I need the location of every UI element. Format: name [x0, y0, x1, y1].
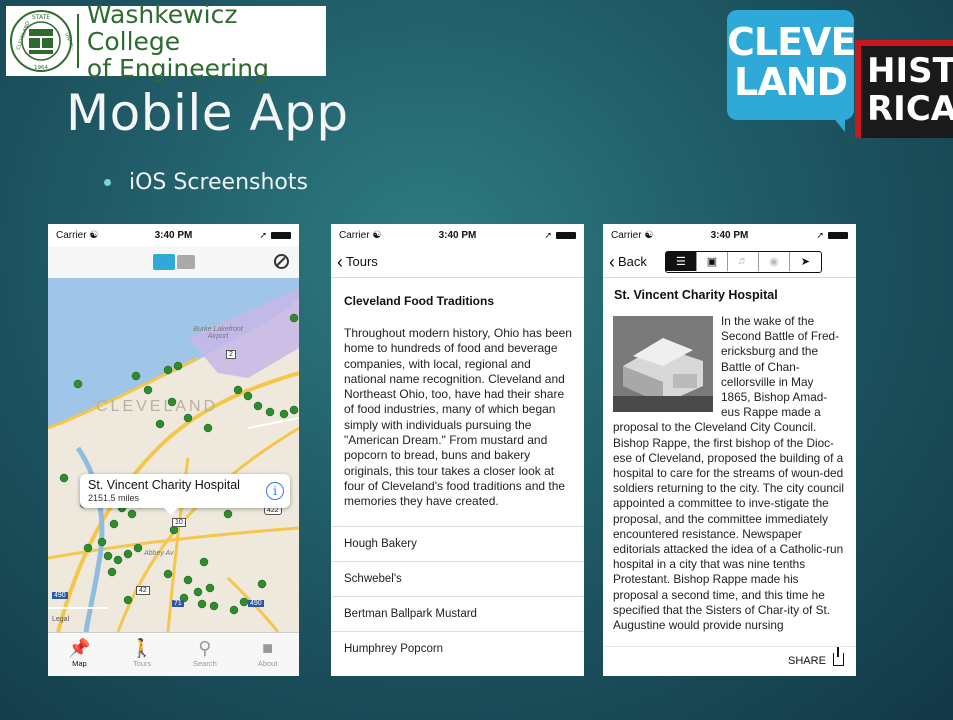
status-bar: Carrier ☯ 3:40 PM ➚ [603, 224, 856, 246]
logo-line4: RICAL [867, 89, 953, 129]
share-button[interactable]: SHARE [788, 655, 826, 667]
chevron-left-icon[interactable]: ‹ [609, 253, 615, 271]
tour-description: Throughout modern history, Ohio has been… [344, 326, 572, 509]
locate-me-icon[interactable] [274, 254, 289, 269]
seal-year: 1964 [34, 65, 48, 71]
camera-icon[interactable]: ▣ [697, 251, 728, 271]
route-shield-2: 2 [226, 350, 236, 359]
map-view[interactable]: Burke Lakefront Airport CLEVELAND Abbey … [48, 278, 299, 632]
back-button[interactable]: Back [618, 254, 647, 269]
tour-nav-bar: ‹ Tours [331, 246, 584, 278]
list-item[interactable]: Schwebel's [331, 560, 584, 596]
site-photo[interactable] [613, 316, 713, 412]
magnifier-icon: ⚲ [198, 638, 212, 658]
college-name-line1: Washkewicz College [86, 0, 238, 56]
logo-histo-text: HISTO RICAL [861, 46, 953, 138]
route-shield-490: 490 [248, 600, 264, 607]
info-icon[interactable]: i [266, 482, 284, 500]
status-bar: Carrier ☯ 3:40 PM ➚ [331, 224, 584, 246]
list-item[interactable]: Humphrey Popcorn [331, 630, 584, 666]
route-shield-42: 42 [136, 586, 150, 595]
share-bar: SHARE [603, 646, 856, 676]
bullet-dot [104, 179, 111, 186]
text-view-icon[interactable]: ☰ [665, 251, 697, 271]
bullet-text: iOS Screenshots [129, 170, 308, 195]
bullet-item: iOS Screenshots [104, 170, 308, 195]
status-time: 3:40 PM [154, 229, 193, 241]
site-screenshot: Carrier ☯ 3:40 PM ➚ ‹ Back ☰ ▣ ♬ ◉ ➤ St.… [603, 224, 856, 676]
map-legal-link[interactable]: Legal [52, 616, 69, 623]
pin-icon: 📌 [68, 638, 91, 658]
audio-icon[interactable]: ♬ [728, 251, 759, 271]
chevron-left-icon[interactable]: ‹ [337, 253, 343, 271]
status-time: 3:40 PM [438, 229, 477, 241]
list-item[interactable]: Bertman Ballpark Mustard [331, 595, 584, 631]
tab-search[interactable]: ⚲ Search [174, 633, 237, 676]
tour-stop-list: Hough Bakery Schwebel's Bertman Ballpark… [331, 525, 584, 666]
logo-line2: LAND [734, 60, 848, 104]
tab-search-label: Search [192, 659, 217, 668]
map-screenshot: Carrier ☯ 3:40 PM ➚ Burke Lakefront Airp… [48, 224, 299, 676]
callout-distance: 2151.5 miles [88, 493, 140, 503]
logo-divider [77, 14, 79, 68]
university-seal-icon: STATE CLEVELAND UNIVERSITY 1964 [9, 9, 82, 73]
site-description: In the wake of the Second Battle of Fred… [613, 314, 846, 633]
logo-line3: HISTO [867, 51, 953, 91]
site-nav-bar: ‹ Back ☰ ▣ ♬ ◉ ➤ [603, 246, 856, 278]
list-item[interactable]: Hough Bakery [331, 525, 584, 561]
logo-bubble-tail [827, 110, 845, 132]
cleveland-historical-logo: HISTO RICAL CLEVE LAND [727, 10, 953, 138]
pushpin-icon[interactable]: ➤ [790, 252, 821, 271]
status-time: 3:40 PM [710, 229, 749, 241]
seal-text-top: STATE [32, 14, 50, 21]
slide: STATE CLEVELAND UNIVERSITY 1964 Washkewi… [0, 0, 953, 720]
tab-map-label: Map [72, 659, 87, 668]
back-to-tours-button[interactable]: Tours [346, 254, 378, 269]
status-bar: Carrier ☯ 3:40 PM ➚ [48, 224, 299, 246]
logo-line1: CLEVE [727, 20, 856, 64]
tab-tours[interactable]: 🚶 Tours [111, 633, 174, 676]
tab-bar: 📌 Map 🚶 Tours ⚲ Search ■ About [48, 632, 299, 676]
tour-title: Cleveland Food Traditions [344, 294, 495, 308]
map-label-area: Abbey Av [144, 550, 174, 557]
college-name: Washkewicz College of Engineering [87, 1, 326, 82]
media-segmented-control: ☰ ▣ ♬ ◉ ➤ [664, 250, 822, 273]
college-logo: STATE CLEVELAND UNIVERSITY 1964 Washkewi… [6, 1, 326, 82]
map-label-airport: Burke Lakefront Airport [193, 326, 243, 340]
tab-tours-label: Tours [132, 659, 152, 668]
site-title: St. Vincent Charity Hospital [614, 288, 778, 302]
list-view-toggle-icon[interactable] [176, 255, 195, 269]
tab-about-label: About [257, 659, 278, 668]
slide-title: Mobile App [66, 84, 349, 142]
college-name-line2: of Engineering [86, 53, 269, 83]
route-shield-10: 10 [172, 518, 186, 527]
tab-about[interactable]: ■ About [236, 633, 299, 676]
route-shield-71: 71 [172, 600, 184, 607]
route-shield-10-west: 490 [52, 592, 68, 599]
walker-icon: 🚶 [130, 638, 154, 658]
share-icon[interactable] [833, 647, 844, 666]
tab-map[interactable]: 📌 Map [48, 633, 111, 676]
logo-cleve-block: CLEVE LAND [727, 10, 856, 132]
map-nav-bar [48, 246, 299, 278]
speech-bubble-icon: ■ [262, 638, 274, 658]
map-label-city: CLEVELAND [96, 398, 219, 415]
tour-screenshot: Carrier ☯ 3:40 PM ➚ ‹ Tours Cleveland Fo… [331, 224, 584, 676]
logo-histo-block: HISTO RICAL [855, 40, 953, 138]
map-callout[interactable]: St. Vincent Charity Hospital 2151.5 mile… [80, 474, 290, 515]
map-view-toggle-icon[interactable] [152, 254, 175, 270]
video-icon[interactable]: ◉ [759, 251, 790, 271]
callout-title: St. Vincent Charity Hospital [88, 478, 240, 492]
